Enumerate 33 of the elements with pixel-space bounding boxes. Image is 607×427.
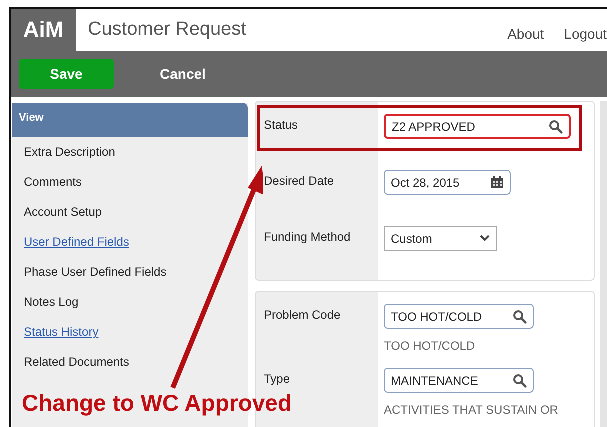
select-field[interactable]: Custom bbox=[384, 226, 497, 251]
sidebar-item[interactable]: Notes Log bbox=[24, 287, 79, 317]
sidebar-item[interactable]: Related Documents bbox=[24, 347, 130, 377]
cancel-button[interactable]: Cancel bbox=[138, 59, 228, 89]
lookup-field[interactable]: TOO HOT/COLD bbox=[384, 304, 534, 329]
header-link[interactable]: Logout bbox=[564, 26, 607, 42]
sidebar-item[interactable]: Status History bbox=[24, 317, 99, 347]
sidebar-header: View bbox=[12, 103, 248, 137]
date-field[interactable]: Oct 28, 2015 bbox=[384, 170, 511, 195]
sidebar-item[interactable]: Account Setup bbox=[24, 197, 102, 227]
search-icon[interactable] bbox=[549, 120, 563, 134]
sidebar-item[interactable]: Extra Description bbox=[24, 137, 116, 167]
calendar-icon[interactable] bbox=[491, 176, 504, 189]
field-label: Desired Date bbox=[263, 173, 336, 190]
search-icon[interactable] bbox=[513, 310, 527, 324]
sidebar-item[interactable]: Comments bbox=[24, 167, 82, 197]
annotation-text: Change to WC Approved bbox=[22, 390, 292, 417]
chevron-down-icon bbox=[480, 235, 490, 242]
lookup-field[interactable]: Z2 APPROVED bbox=[384, 114, 571, 139]
save-button[interactable]: Save bbox=[19, 59, 114, 89]
app-logo: AiM bbox=[11, 9, 76, 51]
field-label: Problem Code bbox=[263, 307, 342, 324]
search-icon[interactable] bbox=[513, 374, 527, 388]
field-label: Status bbox=[263, 117, 300, 134]
field-description: TOO HOT/COLD bbox=[384, 338, 476, 353]
header-link[interactable]: About bbox=[508, 26, 544, 42]
sidebar-item[interactable]: Phase User Defined Fields bbox=[24, 257, 167, 287]
sidebar-item[interactable]: User Defined Fields bbox=[24, 227, 130, 257]
field-label: Funding Method bbox=[263, 229, 352, 246]
scrollbar[interactable] bbox=[600, 101, 607, 427]
field-description: ACTIVITIES THAT SUSTAIN OR bbox=[384, 402, 558, 417]
page-title: Customer Request bbox=[87, 19, 246, 41]
lookup-field[interactable]: MAINTENANCE bbox=[384, 368, 534, 393]
